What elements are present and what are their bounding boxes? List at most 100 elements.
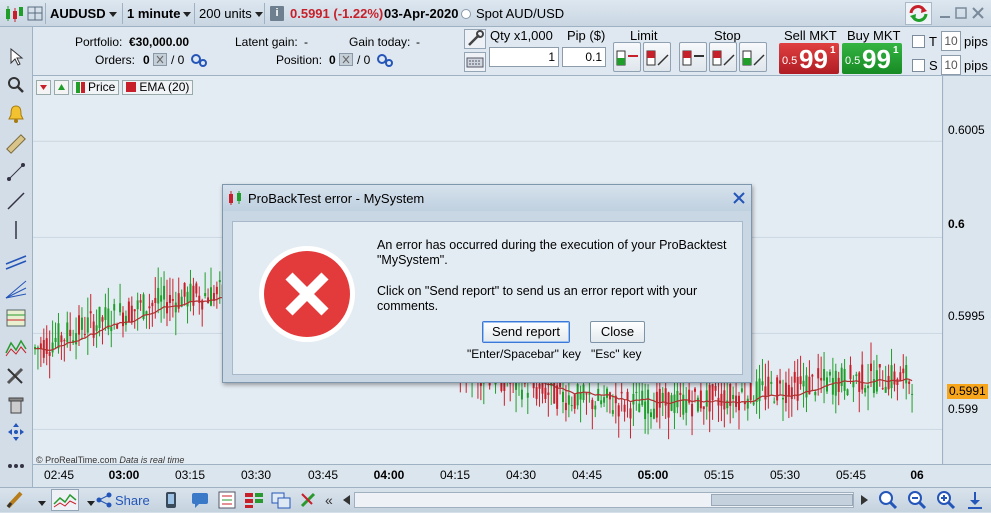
close-orders-icon[interactable] xyxy=(153,53,167,66)
segment-icon[interactable] xyxy=(4,161,28,183)
gear-icon[interactable] xyxy=(376,52,394,68)
candle-up xyxy=(526,392,529,398)
candle-up xyxy=(752,402,755,405)
scrollbar-thumb[interactable] xyxy=(711,494,853,506)
candle-up xyxy=(635,391,638,394)
scroll-left-double-icon[interactable]: « xyxy=(325,492,333,508)
target-label: T xyxy=(929,34,937,49)
orders-label: Orders: xyxy=(95,53,136,67)
more-tools-icon[interactable] xyxy=(4,455,28,477)
qty-input[interactable]: 1 xyxy=(489,47,559,67)
x-tick-label: 04:15 xyxy=(439,468,471,482)
y-tick-label: 0.6005 xyxy=(948,123,985,137)
candle-down xyxy=(702,406,705,410)
move-icon[interactable] xyxy=(4,421,28,443)
candle-up xyxy=(905,365,908,384)
fibonacci-icon[interactable] xyxy=(4,307,28,329)
wrench-icon[interactable] xyxy=(464,29,486,49)
stop-pips-input[interactable]: 10 xyxy=(941,55,961,75)
chat-icon[interactable] xyxy=(189,490,211,510)
close-icon[interactable] xyxy=(731,190,747,206)
price-axis[interactable]: 0.6005 0.6 0.5995 0.599 0.5991 xyxy=(944,76,991,464)
candle-up xyxy=(157,287,160,304)
windows-icon[interactable] xyxy=(270,490,292,510)
stop-order-button[interactable] xyxy=(739,42,767,72)
pattern-icon[interactable] xyxy=(4,336,28,358)
list-icon[interactable] xyxy=(216,490,238,510)
candle-up xyxy=(98,306,101,329)
alert-bell-icon[interactable] xyxy=(4,103,28,125)
indicator-icon[interactable] xyxy=(51,489,79,511)
info-icon[interactable]: i xyxy=(270,6,284,21)
grid-icon[interactable] xyxy=(27,4,43,23)
units-select[interactable]: 200 units xyxy=(199,6,263,21)
gear-icon[interactable] xyxy=(190,52,208,68)
line-icon[interactable] xyxy=(4,190,28,212)
chart-type-icon[interactable] xyxy=(4,4,24,23)
price-down-swatch xyxy=(81,81,85,93)
trash-icon[interactable] xyxy=(4,394,28,416)
target-pips-input[interactable]: 10 xyxy=(941,31,961,51)
tools-link-icon[interactable] xyxy=(298,490,320,510)
orderbook-icon[interactable] xyxy=(243,490,265,510)
cursor-icon[interactable] xyxy=(4,46,28,68)
ema-legend-item[interactable]: EMA (20) xyxy=(122,79,194,95)
maximize-icon[interactable] xyxy=(954,5,968,21)
share-button[interactable]: Share xyxy=(96,491,150,509)
minimize-icon[interactable] xyxy=(938,5,952,21)
vertical-line-icon[interactable] xyxy=(4,219,28,241)
symbol-select[interactable]: AUDUSD xyxy=(50,6,117,21)
candle-down xyxy=(89,311,92,314)
candle-down xyxy=(535,387,538,399)
candle-up xyxy=(95,325,98,331)
candle-up xyxy=(647,389,650,414)
zoom-search-icon[interactable] xyxy=(4,74,28,96)
close-position-icon[interactable] xyxy=(339,53,353,66)
zoom-out-icon[interactable] xyxy=(906,490,928,510)
chart-scrollbar[interactable] xyxy=(354,492,854,508)
x-tick-label: 06 xyxy=(910,468,924,482)
candle-up xyxy=(204,293,207,297)
download-icon[interactable] xyxy=(964,490,986,510)
tools-icon[interactable] xyxy=(4,365,28,387)
channel-icon[interactable] xyxy=(4,249,28,271)
interval-select[interactable]: 1 minute xyxy=(127,6,192,21)
stop-checkbox[interactable] xyxy=(912,59,925,72)
buy-limit-button[interactable] xyxy=(613,42,641,72)
zoom-fit-icon[interactable] xyxy=(877,490,899,510)
pencil-icon[interactable] xyxy=(4,490,26,510)
status-dot-icon xyxy=(461,9,471,19)
time-axis[interactable]: 02:45 03:00 03:15 03:30 03:45 04:00 04:1… xyxy=(33,464,991,487)
target-checkbox[interactable] xyxy=(912,35,925,48)
x-tick-label: 05:45 xyxy=(835,468,867,482)
price-legend-item[interactable]: Price xyxy=(72,79,120,95)
pip-input[interactable]: 0.1 xyxy=(562,47,606,67)
collapse-down-icon[interactable] xyxy=(36,79,51,95)
sync-icon[interactable] xyxy=(905,2,932,25)
ruler-icon[interactable] xyxy=(4,133,28,155)
share-label: Share xyxy=(115,492,150,508)
dialog-title-bar[interactable]: ProBackTest error - MySystem xyxy=(223,185,751,211)
close-window-icon[interactable] xyxy=(971,5,985,21)
sell-limit-button[interactable] xyxy=(643,42,671,72)
close-button[interactable]: Close xyxy=(590,321,645,343)
collapse-up-icon[interactable] xyxy=(54,79,69,95)
candle-down xyxy=(679,392,682,396)
sell-market-button[interactable]: 0.5 99 1 xyxy=(779,43,839,74)
sell-stop-button[interactable] xyxy=(709,42,737,72)
chevron-down-icon[interactable] xyxy=(35,496,46,510)
keyboard-icon[interactable] xyxy=(464,52,486,72)
scroll-right-icon[interactable] xyxy=(859,493,870,507)
buy-stop-button[interactable] xyxy=(679,42,707,72)
fan-icon[interactable] xyxy=(4,278,28,300)
candle-up xyxy=(855,374,858,377)
phone-icon[interactable] xyxy=(160,490,182,510)
candle-up xyxy=(611,410,614,414)
chevron-down-icon[interactable] xyxy=(84,496,95,510)
scroll-left-icon[interactable] xyxy=(341,493,352,507)
zoom-in-icon[interactable] xyxy=(935,490,957,510)
buy-market-button[interactable]: 0.5 99 1 xyxy=(842,43,902,74)
candle-down xyxy=(45,338,48,354)
send-report-button[interactable]: Send report xyxy=(482,321,570,343)
y-tick-label: 0.6 xyxy=(948,217,965,231)
